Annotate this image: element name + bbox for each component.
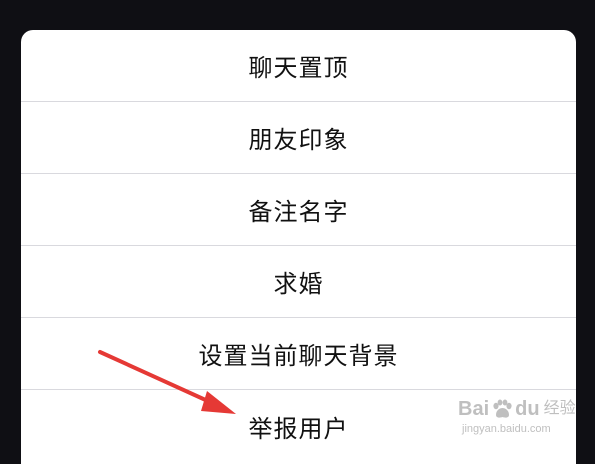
- menu-item-friend-impression[interactable]: 朋友印象: [21, 102, 576, 174]
- menu-item-remark-name[interactable]: 备注名字: [21, 174, 576, 246]
- action-sheet: 聊天置顶 朋友印象 备注名字 求婚 设置当前聊天背景 举报用户: [21, 30, 576, 464]
- menu-item-label: 求婚: [273, 270, 324, 298]
- menu-item-pin-chat[interactable]: 聊天置顶: [21, 30, 576, 102]
- menu-item-label: 设置当前聊天背景: [198, 342, 399, 370]
- menu-item-set-chat-background[interactable]: 设置当前聊天背景: [21, 318, 576, 390]
- menu-item-label: 备注名字: [248, 198, 349, 226]
- menu-item-label: 朋友印象: [248, 126, 349, 154]
- menu-item-label: 举报用户: [248, 414, 349, 443]
- menu-item-report-user[interactable]: 举报用户: [21, 390, 576, 462]
- menu-item-label: 聊天置顶: [248, 54, 349, 82]
- menu-item-propose[interactable]: 求婚: [21, 246, 576, 318]
